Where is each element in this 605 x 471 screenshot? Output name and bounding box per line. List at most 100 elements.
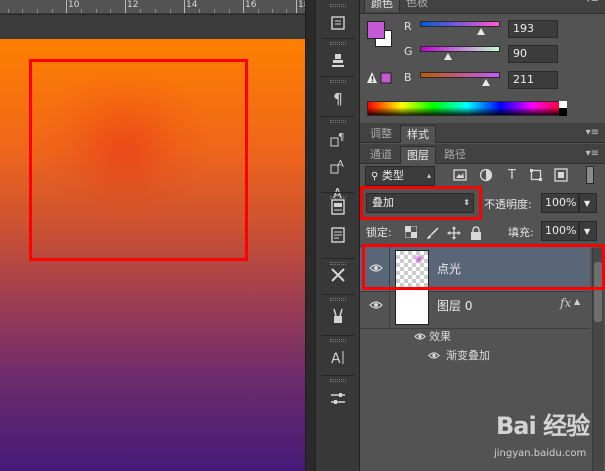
panel-menu-icon[interactable]: ▾≡ — [586, 148, 599, 159]
dock-grip[interactable] — [330, 298, 346, 301]
tool-presets-icon[interactable] — [326, 264, 350, 286]
chevron-down-icon: ▼ — [584, 199, 591, 208]
character-style-icon[interactable]: A — [326, 155, 350, 177]
lock-label: 锁定: — [366, 226, 392, 239]
type-filter-icon[interactable]: T — [504, 168, 520, 184]
svg-text:A: A — [331, 351, 341, 365]
tab-swatches[interactable]: 色板 — [400, 0, 434, 12]
black-white-swatch[interactable] — [559, 101, 567, 116]
properties-icon[interactable] — [326, 196, 350, 218]
layer-effects-fx-icon[interactable]: fx — [560, 296, 571, 310]
slider-b-thumb[interactable] — [482, 79, 491, 86]
lock-transparent-icon[interactable] — [404, 225, 418, 240]
color-spectrum-ramp[interactable] — [367, 101, 567, 116]
gamut-warning-icon[interactable]: ! — [366, 70, 396, 86]
color-panel-tabbar: 颜色 色板 ▾≡ — [360, 0, 605, 14]
effects-label: 效果 — [429, 330, 451, 343]
adjust-panel-tabbar: 调整 样式 ▾≡ — [360, 123, 605, 143]
paragraph-icon[interactable]: ¶ — [326, 88, 350, 110]
canvas-highlight-box — [29, 59, 248, 261]
horizontal-ruler: 10 12 14 16 18 — [0, 0, 305, 14]
brush-presets-icon[interactable] — [326, 305, 350, 327]
fill-field[interactable]: 100% — [541, 221, 579, 241]
tab-adjustments[interactable]: 调整 — [364, 125, 398, 143]
value-g[interactable]: 90 — [508, 45, 558, 63]
layers-panel-tabbar: 通道 图层 路径 ▾≡ — [360, 144, 605, 164]
ruler-tick — [125, 0, 126, 13]
ruler-label: 18 — [298, 0, 305, 10]
notes-icon[interactable] — [326, 224, 350, 246]
slider-b[interactable] — [420, 72, 500, 78]
effect-eye-icon[interactable] — [428, 349, 440, 363]
layer-filter-dropdown[interactable]: ⚲ 类型 ▴ — [365, 166, 435, 186]
dock-grip[interactable] — [330, 42, 346, 45]
fill-dropdown-button[interactable]: ▼ — [579, 221, 597, 241]
panel-menu-icon[interactable]: ▾≡ — [586, 127, 599, 138]
search-icon: ⚲ — [371, 171, 379, 182]
svg-text:A: A — [337, 159, 344, 170]
panel-menu-icon[interactable]: ▾≡ — [586, 0, 599, 5]
slider-r[interactable] — [420, 21, 500, 27]
blend-mode-highlight-box — [360, 186, 482, 220]
chevron-down-icon: ▼ — [584, 227, 591, 236]
lock-image-brush-icon[interactable] — [426, 226, 440, 240]
ruler-label: 12 — [127, 0, 139, 10]
tab-layers[interactable]: 图层 — [400, 146, 436, 164]
dock-grip[interactable] — [330, 80, 346, 83]
ruler-tick — [243, 0, 244, 13]
dock-grip[interactable] — [330, 339, 346, 342]
opacity-label: 不透明度: — [484, 198, 532, 211]
history-icon[interactable] — [326, 12, 350, 34]
lock-all-icon[interactable] — [469, 226, 483, 240]
foreground-color-swatch[interactable] — [367, 21, 385, 39]
layer-row-highlight-box — [362, 244, 605, 290]
svg-text:¶: ¶ — [338, 132, 344, 143]
filter-toggle-switch[interactable] — [586, 166, 594, 184]
fill-label: 填充: — [508, 226, 534, 239]
shape-filter-icon[interactable] — [528, 168, 544, 184]
adjustment-filter-icon[interactable] — [478, 168, 494, 184]
ruler-label: 16 — [245, 0, 257, 10]
slider-g[interactable] — [420, 46, 500, 52]
tab-paths[interactable]: 路径 — [438, 146, 472, 164]
ruler-label: 14 — [186, 0, 198, 10]
ruler-tick — [184, 0, 185, 13]
clone-source-icon[interactable] — [326, 50, 350, 72]
tab-color[interactable]: 颜色 — [364, 0, 400, 12]
svg-text:!: ! — [371, 75, 375, 84]
value-r[interactable]: 193 — [508, 20, 558, 38]
tab-styles[interactable]: 样式 — [400, 125, 436, 143]
smart-object-filter-icon[interactable] — [553, 168, 569, 184]
slider-g-thumb[interactable] — [444, 53, 453, 60]
effects-eye-icon[interactable] — [414, 330, 426, 344]
opacity-field[interactable]: 100% — [541, 193, 579, 213]
pixel-filter-icon[interactable] — [452, 168, 468, 184]
panel-dock-strip: ¶ ¶ A A A — [315, 0, 360, 471]
canvas-scrollbar[interactable] — [305, 0, 315, 471]
watermark: Bai 经验 jingyan.baidu.com — [480, 400, 605, 471]
opacity-dropdown-button[interactable]: ▼ — [579, 193, 597, 213]
tab-channels[interactable]: 通道 — [364, 146, 398, 164]
watermark-logo: Bai 经验 — [496, 412, 590, 440]
effect-gradient-overlay[interactable]: 渐变叠加 — [446, 347, 490, 363]
layer-row-layer0[interactable]: 图层 0 fx ▲ — [360, 284, 590, 329]
value-b[interactable]: 211 — [508, 71, 558, 89]
slider-r-thumb[interactable] — [476, 28, 485, 35]
ruler-label: 10 — [68, 0, 80, 10]
dock-grip[interactable] — [330, 379, 346, 382]
watermark-url: jingyan.baidu.com — [494, 448, 587, 459]
paragraph-style-icon[interactable]: ¶ — [326, 128, 350, 150]
eye-icon[interactable] — [369, 299, 383, 313]
layer-thumbnail-white[interactable] — [395, 287, 429, 325]
chevron-up-icon[interactable]: ▲ — [574, 297, 580, 306]
layer-name[interactable]: 图层 0 — [437, 297, 472, 314]
channel-label-r: R — [404, 20, 412, 33]
filter-kind-label: 类型 — [381, 169, 404, 182]
channel-label-b: B — [404, 71, 412, 84]
adjustments-sliders-icon[interactable] — [326, 388, 350, 410]
glyphs-icon[interactable]: A — [326, 346, 350, 368]
dock-grip[interactable] — [330, 120, 346, 123]
lock-position-move-icon[interactable] — [447, 226, 461, 240]
dock-grip[interactable] — [330, 4, 346, 7]
ruler-tick — [296, 0, 297, 13]
